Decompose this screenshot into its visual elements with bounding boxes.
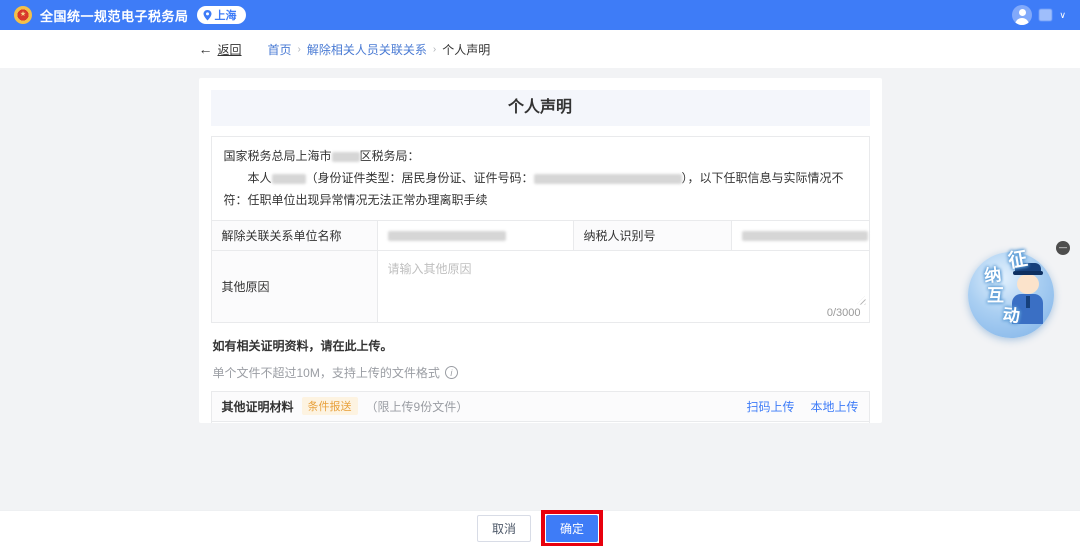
conditional-badge: 条件报送 (301, 397, 358, 416)
page-title: 个人声明 (210, 90, 870, 126)
file-hint-row: 单个文件不超过10M，支持上传的文件格式 i (213, 364, 868, 381)
redacted-taxpayer-id (741, 230, 868, 241)
material-title: 其他证明材料 (221, 399, 294, 414)
addressee-line: 国家税务总局上海市 区税务局： (224, 145, 857, 167)
back-label: 返回 (217, 42, 242, 57)
table-row: 国家税务总局上海市 区税务局： 本人 （身份证件类型：居民身份证、证件号码： ），以下… (210, 136, 870, 221)
local-upload-link[interactable]: 本地上传 (810, 398, 858, 415)
file-limit: （限上传9份文件） (365, 399, 469, 414)
declaration-card: 个人声明 国家税务总局上海市 区税务局： 本人 （身份证件类型：居民身份证、证件号码… (198, 78, 882, 423)
unit-name-value (376, 219, 574, 251)
breadcrumb-bar: ← 返回 首页 › 解除相关人员关联关系 › 个人声明 (0, 30, 1080, 68)
file-hint-text: 单个文件不超过10M，支持上传的文件格式 (212, 365, 440, 380)
redacted-name (271, 174, 306, 185)
other-reason-label: 其他原因 (210, 249, 378, 323)
redacted-id-number (533, 174, 682, 185)
redacted-unit-name (387, 230, 506, 241)
redacted-username (1039, 9, 1053, 21)
upload-header: 其他证明材料 条件报送 （限上传9份文件） 扫码上传 本地上传 (211, 391, 869, 422)
unit-name-label: 解除关联关系单位名称 (210, 219, 378, 251)
char-counter: 0/3000 (826, 306, 861, 319)
upload-actions: 扫码上传 本地上传 (746, 398, 858, 415)
tax-interaction-widget[interactable]: 征 纳 互 动 (968, 248, 1054, 338)
widget-char: 动 (1001, 305, 1021, 326)
statement-line: 本人 （身份证件类型：居民身份证、证件号码： ），以下任职信息与实际情况不符：任职单… (224, 167, 857, 211)
statement-open: （身份证件类型：居民身份证、证件号码： (305, 171, 534, 186)
content-area: 个人声明 国家税务总局上海市 区税务局： 本人 （身份证件类型：居民身份证、证件号码… (0, 68, 1080, 510)
breadcrumb-home[interactable]: 首页 (268, 41, 292, 58)
upload-section: 其他证明材料 条件报送 （限上传9份文件） 扫码上传 本地上传 本人上述声明完全… (210, 390, 870, 423)
app-screen: 全国统一规范电子税务局 上海 ∨ ← 返回 首页 › 解除相关人员关联关系 › (0, 0, 1080, 546)
commitment-body: 本人上述声明完全真实，如有虚假，愿承担法律责任。本人承担相应解释义务，并承诺积极… (212, 422, 869, 423)
back-button[interactable]: ← 返回 (199, 41, 242, 58)
upload-notice: 如有相关证明资料，请在此上传。 (212, 338, 393, 353)
taxpayer-id-label: 纳税人识别号 (572, 219, 732, 251)
breadcrumb-trail: 首页 › 解除相关人员关联关系 › 个人声明 (268, 41, 491, 58)
cancel-button[interactable]: 取消 (476, 515, 531, 542)
mascot-face (1017, 274, 1039, 294)
location-switcher[interactable]: 上海 (196, 6, 246, 24)
widget-minimize-button[interactable]: — (1056, 241, 1070, 255)
table-row: 解除关联关系单位名称 纳税人识别号 (210, 219, 870, 251)
addressee-prefix: 国家税务总局上海市 (223, 149, 332, 163)
site-title: 全国统一规范电子税务局 (40, 8, 189, 24)
tax-bureau-emblem-icon (14, 6, 32, 24)
table-row: 其他原因 0/3000 (210, 249, 870, 323)
other-reason-input[interactable] (387, 259, 859, 298)
declaration-table: 国家税务总局上海市 区税务局： 本人 （身份证件类型：居民身份证、证件号码： ），以下… (210, 136, 870, 323)
breadcrumb-separator: › (297, 43, 301, 55)
addressee-statement: 国家税务总局上海市 区税务局： 本人 （身份证件类型：居民身份证、证件号码： ），以下… (210, 136, 870, 221)
redacted-district (331, 151, 360, 162)
breadcrumb-current: 个人声明 (442, 42, 491, 57)
chevron-down-icon[interactable]: ∨ (1059, 10, 1066, 21)
statement-prefix: 本人 (247, 171, 272, 186)
target-annotation-box: 确定 (541, 510, 604, 546)
widget-char: 互 (987, 286, 1004, 305)
scan-upload-link[interactable]: 扫码上传 (746, 398, 794, 415)
back-arrow-icon: ← (198, 41, 213, 57)
location-pin-icon (203, 9, 212, 20)
other-reason-cell: 0/3000 (376, 249, 870, 323)
confirm-button[interactable]: 确定 (546, 515, 599, 542)
user-avatar[interactable] (1012, 5, 1033, 25)
taxpayer-id-value (730, 219, 870, 251)
breadcrumb-separator: › (432, 43, 437, 55)
info-icon[interactable]: i (444, 365, 458, 379)
breadcrumb: ← 返回 首页 › 解除相关人员关联关系 › 个人声明 (199, 41, 882, 58)
addressee-suffix: 区税务局： (359, 149, 420, 163)
location-label: 上海 (214, 10, 237, 22)
top-navbar: 全国统一规范电子税务局 上海 ∨ (0, 0, 1080, 30)
mascot-tie (1026, 296, 1030, 308)
user-area: ∨ (1012, 5, 1066, 25)
breadcrumb-parent[interactable]: 解除相关人员关联关系 (307, 41, 427, 58)
footer-action-bar: 取消 确定 (0, 510, 1080, 546)
